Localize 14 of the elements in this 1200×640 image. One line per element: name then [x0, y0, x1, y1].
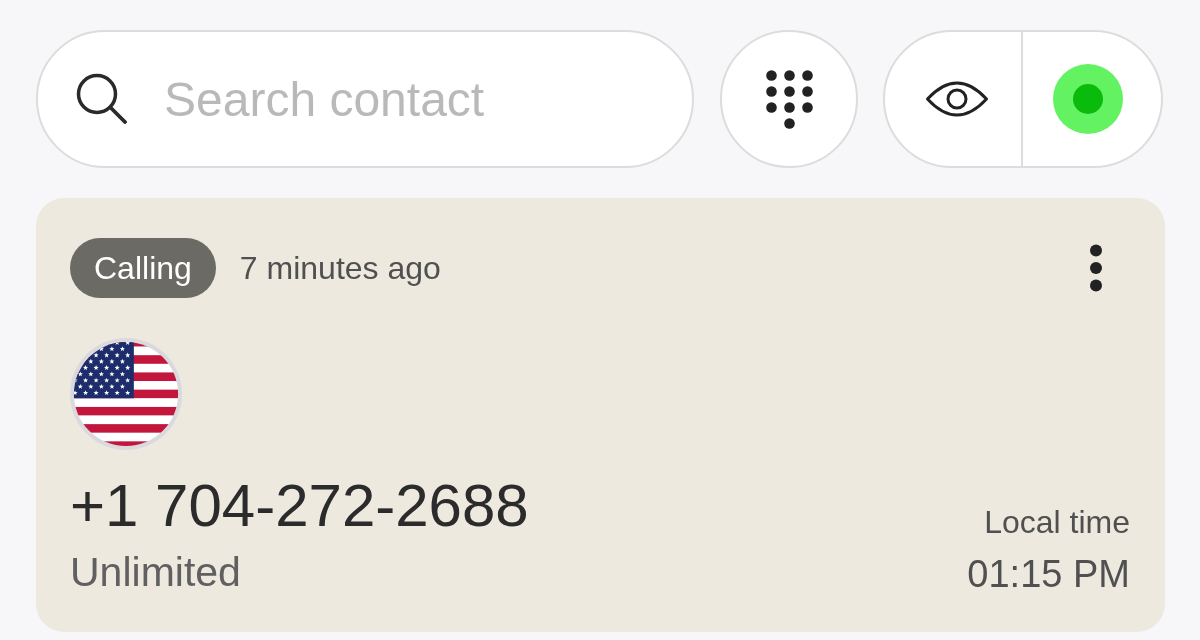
search-field[interactable]: Search contact [36, 30, 694, 168]
local-time-label: Local time [983, 503, 1130, 542]
local-time-value: 01:15 PM [967, 551, 1130, 597]
call-status-badge: Calling [70, 238, 216, 298]
visibility-button[interactable] [883, 30, 1023, 168]
more-options-button[interactable] [1089, 244, 1103, 292]
search-icon [76, 73, 127, 124]
phone-number: +1 704-272-2688 [70, 471, 529, 541]
flag-icon [70, 338, 182, 450]
kebab-icon [1089, 244, 1103, 292]
plan-label: Unlimited [70, 548, 242, 597]
call-time-text: 7 minutes ago [239, 248, 441, 288]
eye-icon [925, 80, 989, 118]
dialpad-icon [765, 69, 813, 129]
